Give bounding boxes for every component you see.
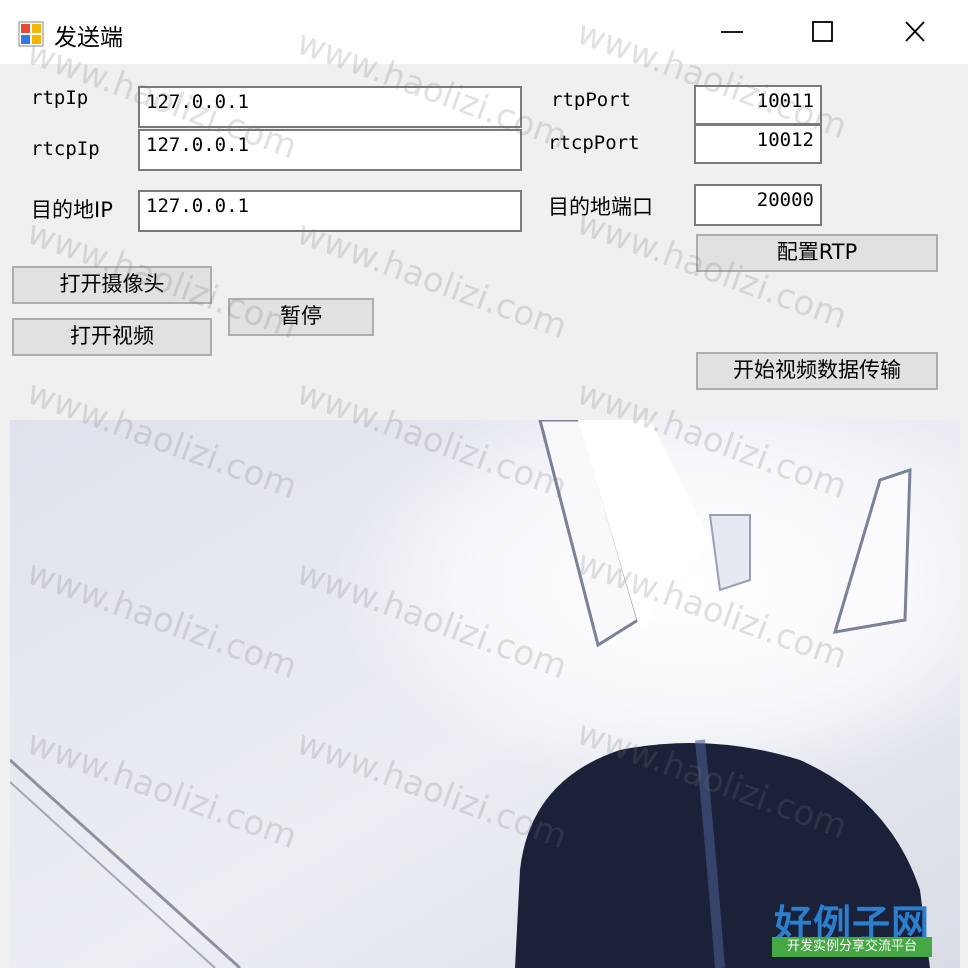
dest-port-input[interactable]: 20000	[694, 184, 822, 226]
pause-button[interactable]: 暂停	[228, 298, 374, 336]
rtp-ip-label: rtpIp	[31, 87, 89, 109]
open-video-button[interactable]: 打开视频	[12, 318, 212, 356]
video-preview: 好例子网 开发实例分享交流平台	[10, 420, 960, 968]
rtcp-ip-input[interactable]: 127.0.0.1	[138, 129, 522, 171]
brand-logo: 好例子网 开发实例分享交流平台	[772, 893, 932, 959]
title-bar[interactable]: 发送端	[0, 0, 968, 64]
dest-port-label: 目的地端口	[548, 195, 653, 219]
rtcp-port-input[interactable]: 10012	[694, 124, 822, 164]
minimize-icon	[721, 31, 743, 33]
dest-ip-label: 目的地IP	[31, 198, 113, 222]
brand-slogan: 开发实例分享交流平台	[772, 937, 932, 957]
rtcp-port-label: rtcpPort	[548, 132, 640, 154]
rtp-port-input[interactable]: 10011	[694, 85, 822, 125]
camera-frame	[10, 420, 960, 968]
start-transfer-button[interactable]: 开始视频数据传输	[696, 352, 938, 390]
window-title: 发送端	[54, 25, 123, 51]
maximize-button[interactable]	[780, 0, 870, 64]
open-camera-button[interactable]: 打开摄像头	[12, 266, 212, 304]
rtcp-ip-label: rtcpIp	[31, 138, 100, 160]
dest-ip-input[interactable]: 127.0.0.1	[138, 190, 522, 232]
rtp-ip-input[interactable]: 127.0.0.1	[138, 86, 522, 128]
app-icon	[18, 21, 44, 47]
close-button[interactable]	[870, 0, 968, 64]
close-icon	[905, 21, 925, 42]
app-window: 发送端 rtpIp 127.0.0.1 rtcpIp 127.0.0.1 目的地…	[0, 0, 968, 968]
minimize-button[interactable]	[690, 0, 780, 64]
config-rtp-button[interactable]: 配置RTP	[696, 234, 938, 272]
maximize-icon	[812, 21, 833, 42]
rtp-port-label: rtpPort	[551, 89, 632, 111]
